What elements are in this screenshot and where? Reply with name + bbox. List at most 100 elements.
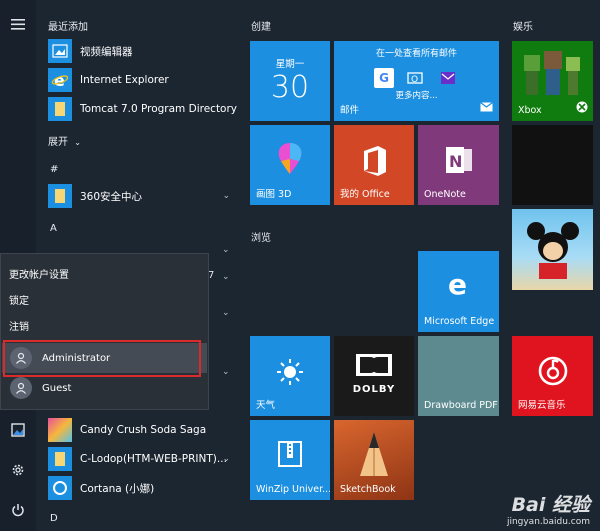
tile-label: 网易云音乐 [518, 400, 566, 411]
tile-dolby[interactable]: DOLBY [334, 336, 414, 416]
dolby-wordmark: DOLBY [352, 384, 396, 395]
tile-mail[interactable]: 在一处查看所有邮件 G O 更多内容... 邮件 [334, 41, 499, 121]
dolby-icon [356, 354, 392, 380]
app-label: 视频编辑器 [80, 45, 133, 58]
baidu-watermark: Bai 经验 jingyan.baidu.com [507, 490, 590, 527]
tile-winzip[interactable]: WinZip Univer... [250, 420, 330, 500]
settings-icon[interactable] [8, 460, 28, 480]
image-icon[interactable] [8, 420, 28, 440]
video-editor-icon [48, 39, 72, 63]
tile-weather[interactable]: 天气 [250, 336, 330, 416]
tile-dark[interactable] [512, 125, 593, 205]
chevron-down-icon[interactable]: ⌄ [222, 454, 230, 464]
folder-icon [48, 97, 72, 121]
tile-calendar[interactable]: 星期一 30 [250, 41, 330, 121]
group-entertainment[interactable]: 娱乐 [513, 18, 533, 33]
tile-onenote[interactable]: N OneNote [418, 125, 499, 205]
app-video-editor[interactable]: 视频编辑器 [48, 38, 133, 64]
mail-more: 更多内容... [395, 91, 438, 101]
cortana-icon [48, 476, 72, 500]
sign-out-menu-item[interactable]: 注销 [9, 318, 29, 333]
ie-icon: e [48, 68, 72, 92]
app-label: 360安全中心 [80, 190, 143, 203]
tile-paint3d[interactable]: 画图 3D [250, 125, 330, 205]
power-icon[interactable] [8, 500, 28, 520]
mail-icon [480, 97, 493, 116]
app-360[interactable]: 360安全中心 ⌄ [48, 183, 236, 209]
hamburger-icon[interactable] [8, 14, 28, 34]
onenote-icon: N [445, 145, 473, 179]
app-label: Tomcat 7.0 Program Directory [80, 103, 238, 115]
user-icon [10, 377, 32, 399]
chevron-down-icon[interactable]: ⌄ [222, 245, 234, 255]
edge-icon: e [445, 268, 473, 301]
tile-label: Drawboard PDF [424, 400, 498, 411]
app-tomcat[interactable]: Tomcat 7.0 Program Directory [48, 96, 237, 122]
watermark-url: jingyan.baidu.com [506, 517, 590, 527]
tile-label: OneNote [424, 189, 466, 200]
expand-button[interactable]: 展开 ⌄ [48, 133, 81, 148]
app-label: C-Lodop(HTM-WEB-PRINT)... [80, 453, 227, 465]
tile-label: Xbox [518, 105, 542, 116]
recent-header: 最近添加 [48, 22, 88, 33]
mail-headline: 在一处查看所有邮件 [375, 49, 457, 59]
tile-office[interactable]: 我的 Office [334, 125, 414, 205]
change-account-settings[interactable]: 更改帐户设置 [9, 266, 69, 281]
lock-menu-item[interactable]: 锁定 [9, 292, 29, 307]
tile-label: SketchBook [340, 484, 396, 495]
tile-label: 邮件 [340, 105, 360, 116]
chevron-down-icon: ⌄ [74, 138, 81, 147]
tile-label: 天气 [256, 400, 276, 411]
winzip-icon [276, 440, 304, 472]
folder-icon [48, 184, 72, 208]
tile-sketchbook[interactable]: SketchBook [334, 420, 414, 500]
office-icon [360, 145, 388, 181]
mickey-icon [526, 221, 580, 285]
tile-edge[interactable]: e Microsoft Edge [418, 251, 499, 332]
sun-icon [276, 358, 304, 390]
app-c-lodop[interactable]: C-Lodop(HTM-WEB-PRINT)... ⌄ [48, 446, 236, 472]
tile-xbox[interactable]: Xbox [512, 41, 593, 121]
tile-label: WinZip Univer... [256, 484, 330, 495]
xbox-icon [576, 98, 588, 117]
outlook-icon: O [405, 68, 425, 88]
pencil-icon [352, 430, 396, 484]
app-cortana[interactable]: Cortana (小娜) [48, 475, 154, 501]
user-guest[interactable]: Guest [2, 373, 207, 403]
letter-header-hash[interactable]: # [50, 164, 58, 175]
tile-disney[interactable] [512, 209, 593, 290]
candy-crush-icon [48, 418, 72, 442]
tile-label: Microsoft Edge [424, 316, 495, 327]
google-icon: G [374, 68, 394, 88]
svg-text:e: e [54, 71, 65, 89]
app-label: Internet Explorer [80, 74, 169, 86]
tile-label: 我的 Office [340, 189, 390, 200]
svg-text:O: O [411, 75, 418, 85]
watermark-brand: Bai 经验 [511, 494, 590, 516]
svg-text:e: e [448, 269, 467, 297]
chevron-down-icon[interactable]: ⌄ [222, 272, 234, 282]
calendar-day: 30 [270, 70, 310, 105]
app-internet-explorer[interactable]: e Internet Explorer [48, 67, 169, 93]
letter-header-a[interactable]: A [50, 223, 57, 234]
netease-music-icon [538, 356, 568, 390]
account-menu: 更改帐户设置 锁定 注销 Administrator Guest [0, 253, 209, 410]
tile-netease[interactable]: 网易云音乐 [512, 336, 593, 416]
chevron-down-icon[interactable]: ⌄ [222, 191, 230, 201]
minecraft-characters-icon [520, 47, 586, 103]
app-candy-crush[interactable]: Candy Crush Soda Saga [48, 417, 206, 443]
app-label: Cortana (小娜) [80, 482, 155, 495]
group-create[interactable]: 创建 [251, 18, 271, 33]
app-label: Candy Crush Soda Saga [80, 424, 207, 436]
user-name: Guest [42, 382, 72, 394]
chevron-down-icon[interactable]: ⌄ [222, 308, 234, 318]
calendar-weekday: 星期一 [275, 59, 305, 70]
chevron-down-icon[interactable]: ⌄ [222, 367, 234, 377]
svg-text:N: N [449, 152, 462, 171]
tile-label: 画图 3D [256, 189, 292, 200]
letter-header-d[interactable]: D [50, 513, 58, 524]
paint3d-icon [275, 141, 305, 179]
highlight-box [3, 340, 201, 377]
group-browse[interactable]: 浏览 [251, 229, 271, 244]
tile-drawboard[interactable]: Drawboard PDF [418, 336, 499, 416]
